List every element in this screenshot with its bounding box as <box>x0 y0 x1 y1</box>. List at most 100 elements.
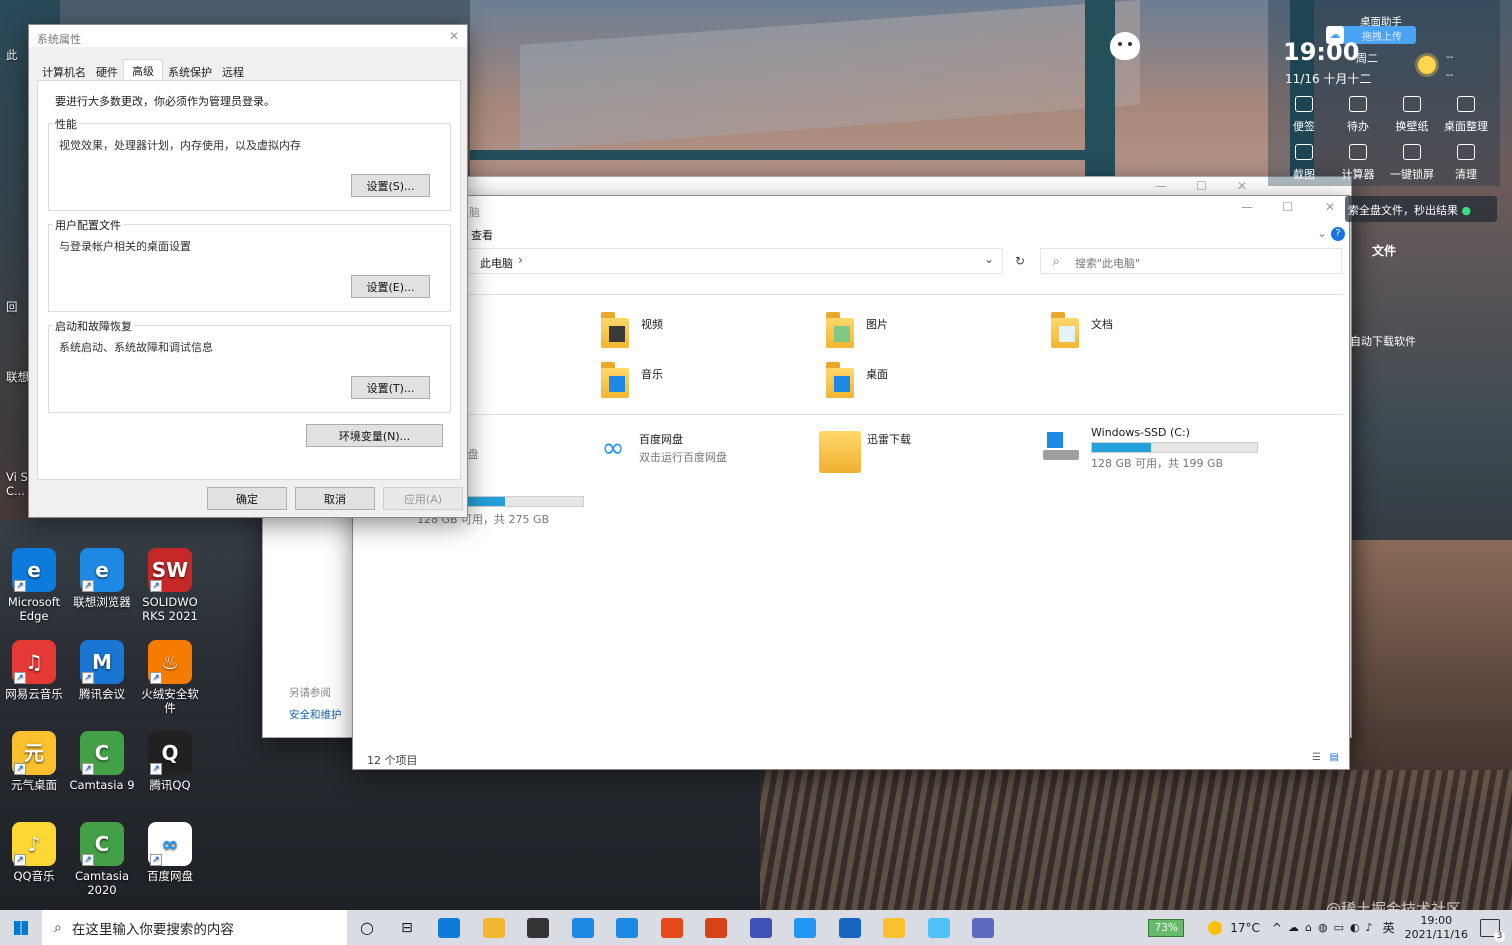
edge-taskbar-icon[interactable] <box>427 910 472 945</box>
app-glyph <box>438 917 461 938</box>
tiles-view-icon[interactable]: ▤ <box>1330 752 1339 763</box>
shortcut-arrow-icon: ↗ <box>150 672 162 684</box>
photos-taskbar-icon[interactable] <box>828 910 873 945</box>
online-dot-icon: ● <box>1461 204 1472 217</box>
app-glyph <box>660 917 683 938</box>
minimize-icon[interactable]: — <box>1155 179 1167 193</box>
task-view-icon[interactable]: ⊟ <box>387 910 427 945</box>
desktop-icon[interactable]: ♫ ↗ 网易云音乐 <box>0 640 68 701</box>
dialog-close-icon[interactable]: ✕ <box>449 29 459 43</box>
address-bar[interactable]: 此电脑 › ⌄ <box>463 248 1003 274</box>
app-glyph <box>972 917 995 938</box>
widget-tool[interactable]: 清理 <box>1438 144 1494 182</box>
clock[interactable]: 19:00 2021/11/16 <box>1405 914 1468 942</box>
remote-taskbar-icon[interactable] <box>917 910 962 945</box>
details-view-icon[interactable]: ☰ <box>1312 752 1321 763</box>
lenovo-browser-taskbar-icon[interactable] <box>605 910 650 945</box>
help-icon[interactable]: ? <box>1331 227 1345 241</box>
office-taskbar-icon[interactable] <box>650 910 695 945</box>
group-settings-button[interactable]: 设置(S)... <box>351 174 430 197</box>
widget-tool[interactable]: 计算器 <box>1330 144 1386 182</box>
widget-tool[interactable]: 一键锁屏 <box>1384 144 1440 182</box>
search-box[interactable]: ⌕ 搜索"此电脑" <box>1040 248 1342 274</box>
widget-files-tab[interactable]: 文件 <box>1372 242 1396 259</box>
desktop-icon[interactable]: ♨ ↗ 火绒安全软件 <box>136 640 204 715</box>
maximize-button[interactable]: ☐ <box>1282 200 1293 214</box>
widget-tool[interactable]: 截图 <box>1276 144 1332 182</box>
folder-item[interactable]: 文档 <box>1051 312 1113 348</box>
close-icon[interactable]: ✕ <box>1237 179 1247 193</box>
apply-button[interactable]: 应用(A) <box>383 487 463 510</box>
ime-indicator[interactable]: 英 <box>1383 919 1395 936</box>
clock-time: 19:00 <box>1420 913 1453 927</box>
address-dropdown-icon[interactable]: ⌄ <box>984 252 994 266</box>
notification-count: 3 <box>1494 930 1505 942</box>
desktop-icon[interactable]: C ↗ Camtasia 9 <box>68 731 136 792</box>
device-item[interactable]: 迅雷下载 <box>819 431 911 473</box>
desktop-icon[interactable]: Q ↗ 腾讯QQ <box>136 731 204 792</box>
group-settings-button[interactable]: 设置(E)... <box>351 275 430 298</box>
env-variables-button[interactable]: 环境变量(N)... <box>306 424 443 447</box>
cat-widget-icon[interactable] <box>1110 32 1140 60</box>
desktop-icon[interactable]: e ↗ Microsoft Edge <box>0 548 68 623</box>
refresh-icon[interactable]: ↻ <box>1008 248 1032 274</box>
taskbar-search-text: 在这里输入你要搜索的内容 <box>71 921 234 938</box>
ok-button[interactable]: 确定 <box>207 487 287 510</box>
desktop-icon[interactable]: M ↗ 腾讯会议 <box>68 640 136 701</box>
group-label: 启动和故障恢复 <box>53 318 134 334</box>
close-button[interactable]: ✕ <box>1325 200 1335 214</box>
menu-view[interactable]: 查看 <box>471 227 493 243</box>
minimize-button[interactable]: — <box>1241 200 1253 214</box>
device-sub: 双击运行百度网盘 <box>639 451 727 464</box>
device-item[interactable]: ∞ 百度网盘 双击运行百度网盘 <box>595 431 727 467</box>
baidu-netdisk-taskbar-icon[interactable] <box>783 910 828 945</box>
feishu-taskbar-icon[interactable] <box>739 910 784 945</box>
widget-tool-icon <box>1457 96 1475 112</box>
store-taskbar-icon[interactable] <box>516 910 561 945</box>
taskbar-search[interactable]: ⌕ 在这里输入你要搜索的内容 <box>42 910 347 945</box>
cancel-button[interactable]: 取消 <box>295 487 375 510</box>
network-tool-taskbar-icon[interactable] <box>961 910 1006 945</box>
widget-search-bar[interactable]: 索全盘文件，秒出结果 ● <box>1345 196 1497 222</box>
office2-taskbar-icon[interactable] <box>694 910 739 945</box>
widget-tool[interactable]: 待办 <box>1330 96 1386 134</box>
folder-item[interactable]: 桌面 <box>826 362 888 398</box>
ribbon-expand-icon[interactable]: ⌄ <box>1317 226 1327 240</box>
widget-search-text: 索全盘文件，秒出结果 <box>1348 204 1458 217</box>
security-link[interactable]: 安全和维护 <box>289 707 342 722</box>
address-text: 此电脑 <box>480 257 513 270</box>
mail-taskbar-icon[interactable] <box>561 910 606 945</box>
maximize-icon[interactable]: ☐ <box>1196 179 1207 193</box>
tray-icons[interactable]: ☁⌂◍▭◐♪ <box>1288 921 1379 934</box>
desktop-icon[interactable]: SW ↗ SOLIDWO RKS 2021 <box>136 548 204 623</box>
desktop-icon[interactable]: e ↗ 联想浏览器 <box>68 548 136 609</box>
widget-tool[interactable]: 换壁纸 <box>1384 96 1440 134</box>
device-item[interactable]: Windows-SSD (C:) 128 GB 可用，共 199 GB <box>1043 426 1258 471</box>
group-settings-button[interactable]: 设置(T)... <box>351 376 430 399</box>
device-label: 百度网盘 <box>639 433 683 446</box>
desktop-icon[interactable]: ♪ ↗ QQ音乐 <box>0 822 68 883</box>
folder-item[interactable]: 图片 <box>826 312 888 348</box>
yuanqi-taskbar-icon[interactable] <box>872 910 917 945</box>
widget-auto-download[interactable]: 自动下载软件 <box>1350 333 1416 349</box>
dialog-title: 系统属性 <box>29 25 467 47</box>
battery-indicator[interactable]: 73% <box>1148 918 1185 937</box>
widget-tool[interactable]: 便签 <box>1276 96 1332 134</box>
file-explorer-taskbar-icon[interactable] <box>472 910 517 945</box>
desktop-icon[interactable]: ∞ ↗ 百度网盘 <box>136 822 204 883</box>
folder-item[interactable]: 音乐 <box>601 362 663 398</box>
widget-tool[interactable]: 桌面整理 <box>1438 96 1494 134</box>
desktop-icon[interactable]: 元 ↗ 元气桌面 <box>0 731 68 792</box>
cortana-icon[interactable]: ○ <box>347 910 387 945</box>
shortcut-arrow-icon: ↗ <box>150 580 162 592</box>
notification-center-icon[interactable]: 3 <box>1480 918 1505 942</box>
drive-usage-bar <box>1091 442 1258 453</box>
desktop-icon[interactable]: C ↗ Camtasia 2020 <box>68 822 136 897</box>
widget-tool-icon <box>1295 144 1313 160</box>
weather-temp[interactable]: 17°C <box>1230 921 1260 935</box>
start-button[interactable] <box>0 910 42 945</box>
upload-label: 拖拽上传 <box>1362 31 1402 43</box>
folder-item[interactable]: 视频 <box>601 312 663 348</box>
folder-label: 视频 <box>641 318 663 331</box>
tray-chevron-icon[interactable]: ^ <box>1272 921 1282 935</box>
